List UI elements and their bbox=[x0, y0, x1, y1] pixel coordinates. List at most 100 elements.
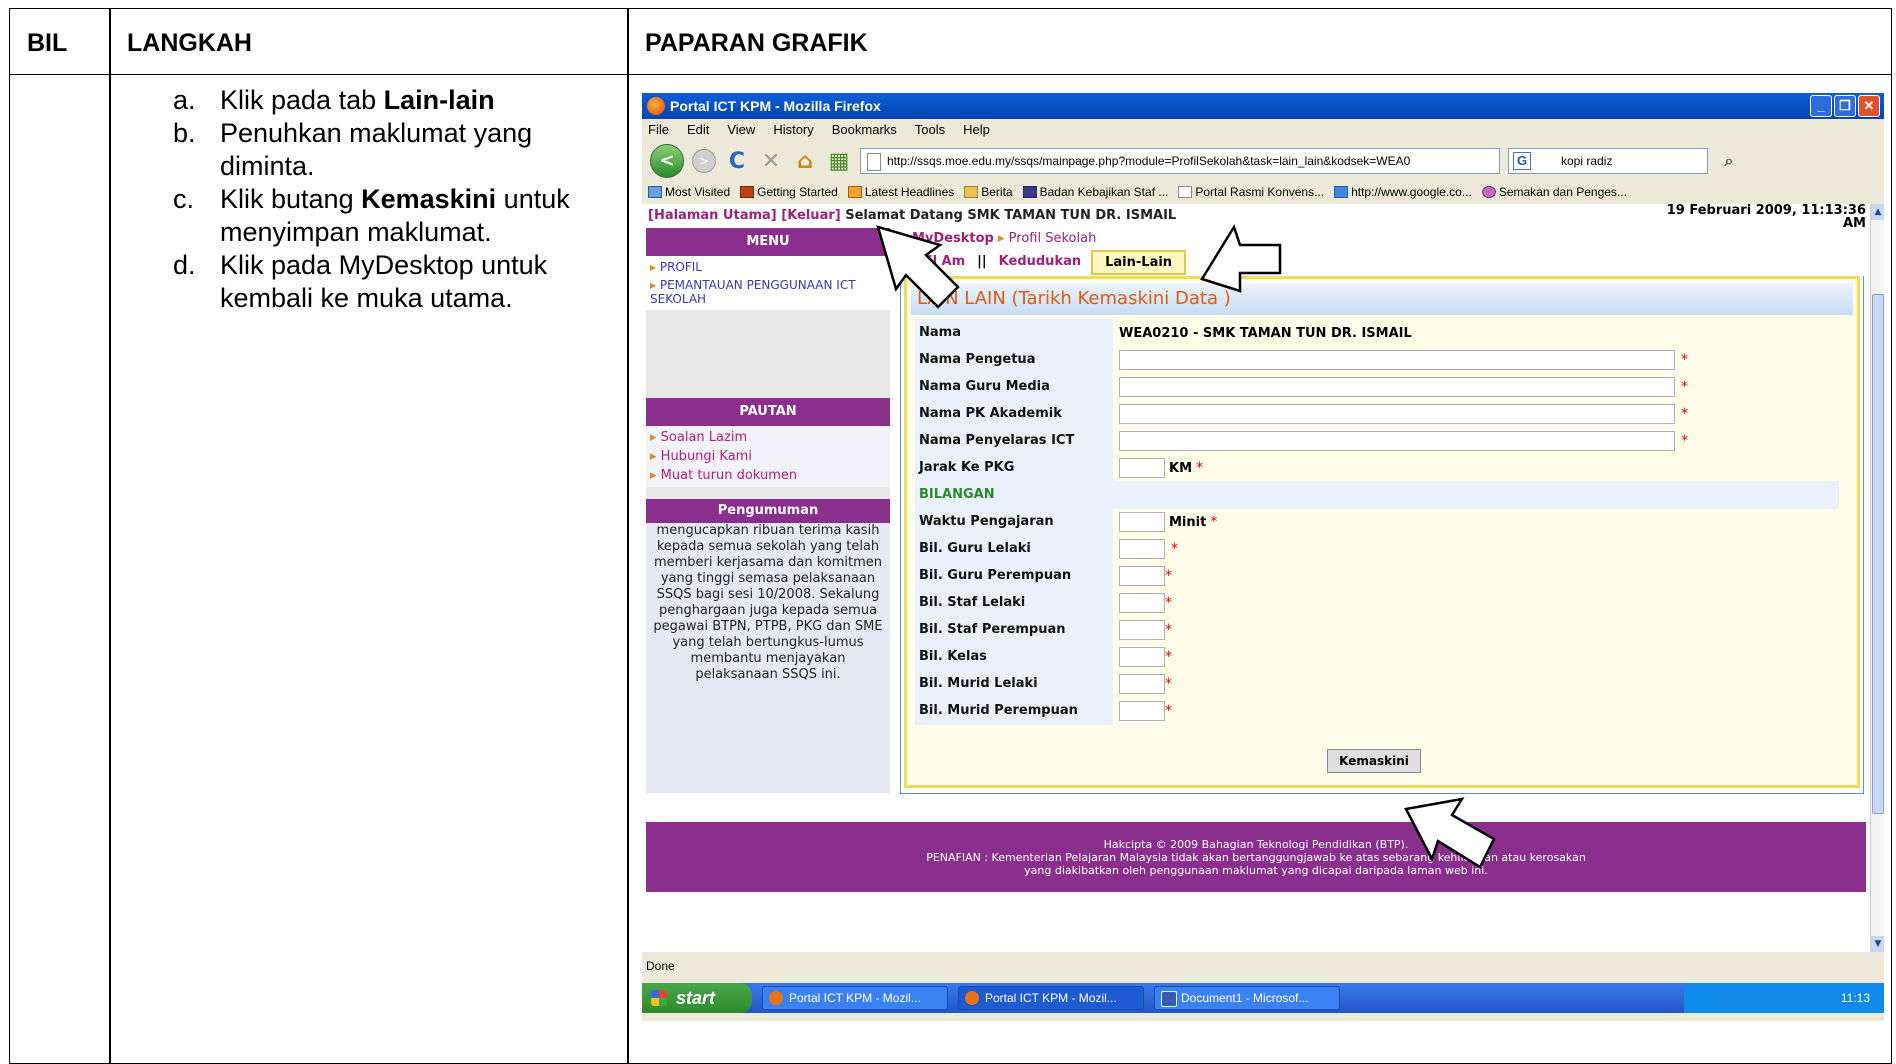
link-soalan-lazim[interactable]: Soalan Lazim bbox=[646, 428, 890, 447]
forward-icon[interactable]: > bbox=[692, 149, 716, 173]
field-label: Bil. Murid Lelaki bbox=[915, 670, 1113, 698]
form-row: Bil. Staf Lelaki * bbox=[915, 589, 1172, 617]
taskbar-button[interactable]: Portal ICT KPM - Mozil... bbox=[762, 986, 948, 1010]
bookmark-item[interactable]: Semakan dan Penges... bbox=[1481, 185, 1627, 199]
bookmark-item[interactable]: Getting Started bbox=[740, 185, 838, 199]
menu-help[interactable]: Help bbox=[963, 122, 990, 138]
nama-guru-media-input[interactable] bbox=[1119, 377, 1675, 397]
bil-guru-perempuan-input[interactable] bbox=[1119, 566, 1165, 586]
form-row: Nama PK Akademik * bbox=[915, 400, 1688, 428]
top-links[interactable]: [Halaman Utama] [Keluar] bbox=[648, 208, 841, 223]
close-icon[interactable]: ✕ bbox=[1858, 95, 1880, 117]
required-marker: * bbox=[1681, 433, 1688, 449]
taskbar-button[interactable]: Document1 - Microsof... bbox=[1154, 986, 1340, 1010]
bil-kelas-input[interactable] bbox=[1119, 647, 1165, 667]
menu-file[interactable]: File bbox=[648, 122, 669, 138]
sidebar-item-pemantauan[interactable]: PEMANTAUAN PENGGUNAAN ICT SEKOLAH bbox=[646, 276, 890, 308]
apps-icon[interactable]: ▦ bbox=[826, 149, 852, 174]
callout-arrow-icon bbox=[1200, 224, 1282, 293]
field-label: Bil. Guru Lelaki bbox=[915, 535, 1113, 563]
nama-pk-akademik-input[interactable] bbox=[1119, 404, 1675, 424]
form-row: Bil. Staf Perempuan * bbox=[915, 616, 1172, 644]
home-icon[interactable]: ⌂ bbox=[792, 149, 818, 174]
bil-guru-lelaki-input[interactable] bbox=[1119, 539, 1165, 559]
google-icon[interactable]: G bbox=[1513, 152, 1531, 170]
form-panel: LAIN LAIN (Tarikh Kemaskini Data ) Nama … bbox=[904, 276, 1860, 788]
menu-heading: MENU bbox=[646, 228, 890, 256]
form-row: Bil. Guru Perempuan * bbox=[915, 562, 1172, 590]
field-label: Bil. Murid Perempuan bbox=[915, 697, 1113, 725]
sidebar-item-profil[interactable]: PROFIL bbox=[646, 258, 890, 276]
nama-pengetua-input[interactable] bbox=[1119, 350, 1675, 370]
crumb-profil-sekolah[interactable]: Profil Sekolah bbox=[1009, 231, 1097, 246]
menu-view[interactable]: View bbox=[727, 122, 755, 138]
menu-tools[interactable]: Tools bbox=[915, 122, 945, 138]
bil-staf-perempuan-input[interactable] bbox=[1119, 620, 1165, 640]
callout-arrow-icon bbox=[1404, 797, 1496, 869]
minimize-icon[interactable]: _ bbox=[1810, 95, 1832, 117]
reload-icon[interactable]: C bbox=[724, 149, 750, 174]
required-marker: * bbox=[1165, 568, 1172, 584]
navigation-toolbar: < > C ✕ ⌂ ▦ http://ssqs.moe.edu.my/ssqs/… bbox=[642, 141, 1884, 181]
bil-staf-lelaki-input[interactable] bbox=[1119, 593, 1165, 613]
field-label: Nama Pengetua bbox=[915, 346, 1113, 374]
pautan-heading: PAUTAN bbox=[646, 398, 890, 426]
bookmark-item[interactable]: Latest Headlines bbox=[847, 185, 954, 199]
field-label: Bil. Staf Lelaki bbox=[915, 589, 1113, 617]
field-label: Bil. Guru Perempuan bbox=[915, 562, 1113, 590]
link-hubungi-kami[interactable]: Hubungi Kami bbox=[646, 447, 890, 466]
jarak-pkg-input[interactable] bbox=[1119, 458, 1165, 478]
unit-label: KM bbox=[1169, 460, 1193, 476]
kemaskini-button[interactable]: Kemaskini bbox=[1327, 749, 1421, 773]
form-row: Jarak Ke PKG KM * bbox=[915, 454, 1203, 482]
bookmark-item[interactable]: Most Visited bbox=[648, 185, 730, 199]
form-row: Nama Guru Media * bbox=[915, 373, 1688, 401]
start-button[interactable]: start bbox=[642, 983, 752, 1013]
footer-disclaimer: PENAFIAN : Kementerian Pelajaran Malaysi… bbox=[926, 851, 1586, 864]
menu-bookmarks[interactable]: Bookmarks bbox=[832, 122, 897, 138]
bookmark-item[interactable]: http://www.google.co... bbox=[1334, 185, 1472, 199]
bookmark-item[interactable]: Berita bbox=[964, 185, 1013, 199]
web-page: [Halaman Utama] [Keluar] Selamat Datang … bbox=[642, 204, 1870, 952]
header-bil: BIL bbox=[27, 29, 68, 57]
table-header-row bbox=[10, 9, 1891, 75]
required-marker: * bbox=[1165, 595, 1172, 611]
nama-penyelaras-ict-input[interactable] bbox=[1119, 431, 1675, 451]
link-muat-turun[interactable]: Muat turun dokumen bbox=[646, 466, 890, 485]
back-icon[interactable]: < bbox=[650, 144, 684, 178]
bil-murid-perempuan-input[interactable] bbox=[1119, 701, 1165, 721]
stop-icon[interactable]: ✕ bbox=[758, 149, 784, 174]
taskbar-button[interactable]: Portal ICT KPM - Mozil... bbox=[958, 986, 1144, 1010]
bookmark-item[interactable]: Badan Kebajikan Staf ... bbox=[1022, 185, 1168, 199]
bookmark-item[interactable]: Portal Rasmi Konvens... bbox=[1178, 185, 1324, 199]
scroll-up-icon[interactable]: ▲ bbox=[1871, 204, 1884, 220]
search-input[interactable]: Gkopi radiz bbox=[1508, 148, 1708, 174]
url-bar[interactable]: http://ssqs.moe.edu.my/ssqs/mainpage.php… bbox=[860, 148, 1500, 174]
required-marker: * bbox=[1165, 649, 1172, 665]
restore-icon[interactable]: ❐ bbox=[1834, 95, 1856, 117]
pengumuman-heading: Pengumuman bbox=[646, 499, 890, 523]
vertical-scrollbar[interactable]: ▲ ▼ bbox=[1870, 204, 1884, 952]
scroll-down-icon[interactable]: ▼ bbox=[1871, 936, 1884, 952]
form-row: Nama Penyelaras ICT * bbox=[915, 427, 1688, 455]
menu-edit[interactable]: Edit bbox=[687, 122, 709, 138]
form-row: Bil. Murid Perempuan * bbox=[915, 697, 1172, 725]
firefox-icon bbox=[647, 97, 665, 115]
window-title: Portal ICT KPM - Mozilla Firefox bbox=[670, 98, 881, 114]
menu-history[interactable]: History bbox=[773, 122, 813, 138]
pengumuman-section: Pengumuman mengucapkan ribuan terima kas… bbox=[646, 499, 890, 793]
callout-arrow-icon bbox=[876, 225, 960, 309]
date-display: 19 Februari 2009, 11:13:36 AM bbox=[1666, 203, 1866, 231]
search-icon[interactable]: ⌕ bbox=[1716, 151, 1742, 171]
tab-lain-lain[interactable]: Lain-Lain bbox=[1091, 250, 1187, 275]
bil-murid-lelaki-input[interactable] bbox=[1119, 674, 1165, 694]
taskbar: start Portal ICT KPM - Mozil... Portal I… bbox=[642, 983, 1884, 1013]
browser-screenshot: Portal ICT KPM - Mozilla Firefox _ ❐ ✕ F… bbox=[642, 93, 1884, 1021]
field-label: Nama bbox=[915, 319, 1113, 347]
waktu-pengajaran-input[interactable] bbox=[1119, 512, 1165, 532]
form-row: Bil. Murid Lelaki * bbox=[915, 670, 1172, 698]
sidebar: MENU PROFIL PEMANTAUAN PENGGUNAAN ICT SE… bbox=[646, 228, 890, 793]
column-divider bbox=[627, 9, 629, 1063]
tab-kedudukan[interactable]: Kedudukan bbox=[997, 250, 1083, 275]
scroll-thumb[interactable] bbox=[1872, 294, 1884, 814]
